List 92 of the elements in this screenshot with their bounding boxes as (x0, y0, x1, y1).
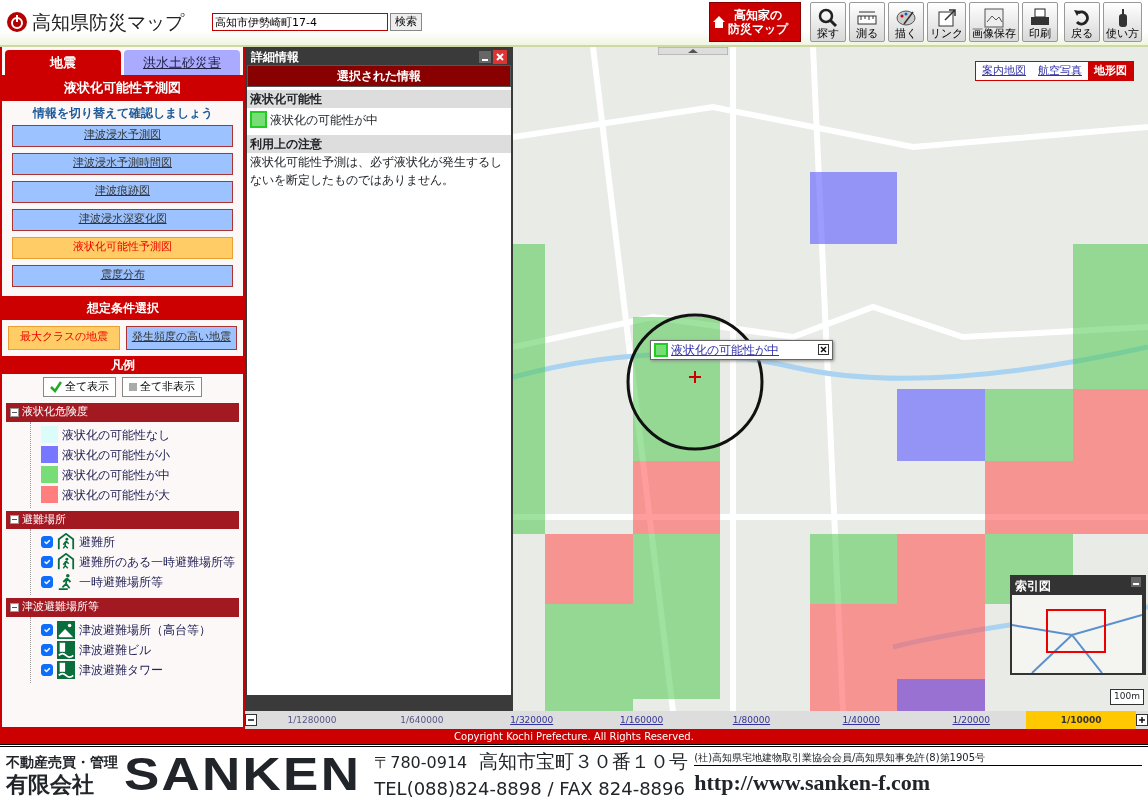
color-swatch (250, 111, 267, 128)
section-title: 凡例 (2, 355, 243, 374)
map-type-button[interactable]: 津波浸水予測時間図 (12, 152, 233, 175)
legend-group-header[interactable]: 津波避難場所等 (6, 598, 239, 617)
search-icon (818, 8, 838, 29)
toolbar-button[interactable]: 戻る (1064, 2, 1100, 43)
layer-checkbox[interactable] (41, 556, 53, 568)
map-type-button[interactable]: 津波浸水予測図 (12, 124, 233, 147)
phone-fax-text: TEL(088)824-8898 / FAX 824-8896 (374, 777, 686, 801)
scale-link[interactable]: 1/40000 (806, 710, 917, 729)
scale-bar-label: 100m (1110, 689, 1144, 705)
group-label: 避難場所 (22, 511, 66, 528)
legend-group-header[interactable]: 避難場所 (6, 510, 239, 529)
arrow-box-icon (936, 8, 957, 29)
legend-label: 一時避難場所等 (79, 574, 163, 591)
scale-link[interactable]: 1/80000 (696, 710, 807, 729)
panel-title: 液状化可能性予測図 (2, 75, 243, 101)
tab[interactable]: 地震 (5, 49, 121, 75)
map-type-button[interactable]: 震度分布 (12, 264, 233, 287)
info-text: 液状化の可能性が中 (270, 111, 378, 129)
group-label: 津波避難場所等 (22, 599, 99, 615)
legend-label: 液状化の可能性が中 (62, 466, 170, 484)
show-all-button[interactable]: 全て表示 (43, 376, 116, 397)
logo-icon (6, 11, 28, 34)
zoom-in-icon (1136, 713, 1148, 726)
color-swatch (654, 342, 668, 357)
toolbar-button[interactable]: 画像保存 (969, 2, 1019, 43)
tab[interactable]: 洪水土砂災害 (124, 49, 240, 75)
tsunami-building-icon (57, 640, 75, 659)
tsunami-hill-icon (57, 620, 75, 639)
section-heading: 利用上の注意 (247, 134, 511, 153)
check-icon (50, 380, 62, 393)
app-title: 高知県防災マップ (32, 10, 184, 35)
legend-label: 津波避難ビル (79, 641, 151, 659)
palette-icon (896, 8, 916, 29)
layer-checkbox[interactable] (41, 623, 53, 636)
overview-title: 索引図 (1015, 577, 1051, 595)
toolbar-button[interactable]: 描く (888, 2, 924, 43)
info-header: 選択された情報 (247, 64, 511, 87)
layer-checkbox[interactable] (41, 536, 53, 548)
toolbar-button[interactable]: 測る (849, 2, 885, 43)
hint-text: 情報を切り替えて確認しましょう (31, 104, 214, 122)
layer-checkbox[interactable] (41, 663, 53, 676)
brand-name: SANKEN (124, 750, 362, 799)
group-label: 液状化危険度 (22, 404, 88, 420)
legend-label: 液状化の可能性が小 (62, 446, 170, 464)
toolbar-button[interactable]: リンク (927, 2, 966, 43)
toolbar-button[interactable]: 使い方 (1103, 2, 1142, 43)
minimize-icon (1131, 576, 1141, 587)
shelter-icon (57, 533, 75, 551)
postal-code: 〒780-0914 (374, 752, 468, 774)
legend-label: 液状化の可能性なし (62, 426, 170, 444)
house-icon (712, 15, 726, 30)
search-button[interactable]: 検索 (390, 13, 422, 32)
shelter-icon (57, 553, 75, 571)
map-type-button[interactable]: 津波痕跡図 (12, 180, 233, 203)
section-heading: 液状化可能性 (247, 89, 511, 108)
hide-all-button[interactable]: 全て非表示 (122, 376, 202, 397)
layer-checkbox[interactable] (41, 576, 53, 588)
scale-link[interactable]: 1/20000 (916, 710, 1027, 729)
license-text: (社)高知県宅地建物取引業協会会員/高知県知事免許(8)第1905号 (694, 749, 1142, 766)
map-layer-tab[interactable]: 地形図 (1088, 61, 1133, 80)
home-map-button[interactable]: 高知家の 防災マップ (709, 2, 801, 43)
note-text: 液状化可能性予測は、必ず液状化が発生するしないを断定したものではありません。 (249, 153, 503, 189)
legend-label: 津波避難場所（高台等） (79, 621, 211, 639)
scale-link[interactable]: 1/160000 (586, 710, 697, 729)
image-icon (984, 8, 1004, 29)
collapse-handle-icon (658, 46, 728, 55)
map-type-button[interactable]: 津波浸水深変化図 (12, 208, 233, 231)
toolbar-button[interactable]: 印刷 (1022, 2, 1058, 43)
legend-group-header[interactable]: 液状化危険度 (6, 403, 239, 422)
close-icon (818, 344, 829, 355)
legend-label: 津波避難タワー (79, 661, 163, 679)
section-title: 想定条件選択 (2, 295, 243, 320)
minimize-icon (479, 50, 491, 63)
scale-link[interactable]: 1/320000 (476, 710, 587, 729)
square-icon (129, 382, 137, 391)
toolbar-button[interactable]: 探す (810, 2, 846, 43)
panel-title: 詳細情報 (251, 48, 300, 66)
close-icon (493, 49, 507, 64)
legend-label: 避難所 (79, 534, 115, 551)
company-type-text: 有限会社 (6, 772, 95, 797)
tagline-text: 不動産売買・管理 (6, 752, 118, 772)
legend-label: 避難所のある一時避難場所等 (79, 554, 235, 571)
layer-checkbox[interactable] (41, 643, 53, 656)
tsunami-building-icon (57, 660, 75, 679)
address-text: 高知市宝町３０番１０号 (479, 748, 689, 774)
search-field[interactable]: 高知市伊勢崎町17-4 (212, 13, 388, 32)
legend-label: 液状化の可能性が大 (62, 486, 170, 504)
condition-button[interactable]: 発生頻度の高い地震 (125, 325, 237, 350)
website-url: http://www.sanken-f.com (694, 768, 932, 797)
popup-link[interactable]: 液状化の可能性が中 (671, 340, 815, 359)
